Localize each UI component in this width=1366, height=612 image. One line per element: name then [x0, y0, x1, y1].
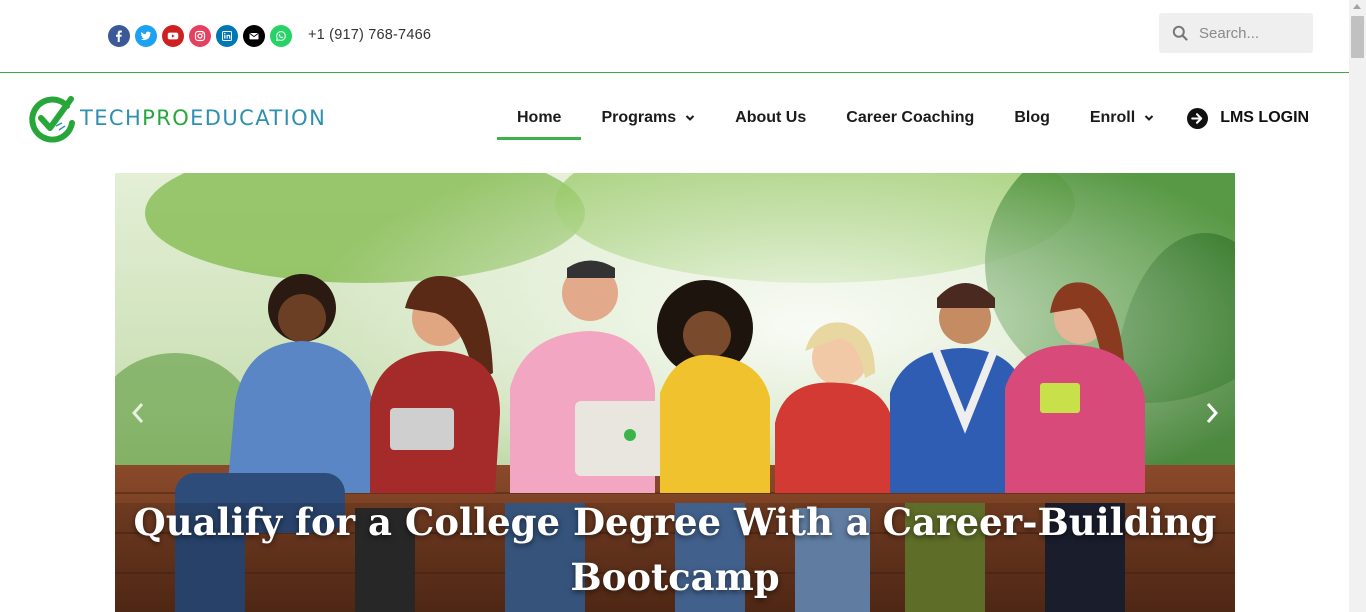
nav-home-label: Home — [517, 109, 562, 126]
page-scrollbar[interactable] — [1349, 0, 1366, 612]
nav-about-label: About Us — [735, 109, 807, 126]
lms-login-label: LMS LOGIN — [1220, 109, 1310, 126]
nav-programs-label: Programs — [601, 109, 677, 126]
top-bar: +1 (917) 768-7466 — [0, 0, 1349, 73]
main-nav: Home Programs About Us Career Coaching B… — [497, 96, 1309, 140]
scroll-up-arrow-icon[interactable] — [1353, 4, 1361, 9]
linkedin-icon[interactable] — [216, 25, 238, 47]
hero-title: Qualify for a College Degree With a Care… — [133, 500, 1217, 599]
nav-about-us[interactable]: About Us — [715, 96, 826, 140]
nav-career-coaching[interactable]: Career Coaching — [826, 96, 994, 140]
whatsapp-icon[interactable] — [270, 25, 292, 47]
phone-number[interactable]: +1 (917) 768-7466 — [308, 27, 431, 43]
nav-home[interactable]: Home — [497, 96, 582, 140]
facebook-icon[interactable] — [108, 25, 130, 47]
arrow-circle-right-icon — [1187, 107, 1209, 129]
slider-next-button[interactable] — [1200, 398, 1224, 428]
instagram-icon[interactable] — [189, 25, 211, 47]
social-links — [108, 25, 292, 47]
search-box[interactable] — [1159, 13, 1313, 53]
chevron-down-icon — [685, 115, 695, 121]
site-logo[interactable]: TECHPROEDUCATION — [29, 93, 326, 143]
logo-text-pro: PRO — [142, 106, 191, 130]
chevron-left-icon — [131, 403, 144, 423]
nav-enroll[interactable]: Enroll — [1070, 96, 1174, 140]
search-input[interactable] — [1199, 21, 1305, 45]
twitter-icon[interactable] — [135, 25, 157, 47]
logo-text: TECHPROEDUCATION — [80, 106, 326, 130]
nav-programs[interactable]: Programs — [581, 96, 715, 140]
nav-blog[interactable]: Blog — [994, 96, 1070, 140]
scrollbar-thumb[interactable] — [1351, 16, 1364, 58]
checkmark-logo-icon — [29, 96, 75, 143]
nav-blog-label: Blog — [1014, 109, 1050, 126]
chevron-down-icon — [1144, 115, 1154, 121]
envelope-icon[interactable] — [243, 25, 265, 47]
logo-text-tech: TECH — [80, 106, 143, 130]
lms-login-button[interactable]: LMS LOGIN — [1187, 107, 1310, 129]
nav-enroll-label: Enroll — [1089, 109, 1136, 126]
chevron-right-icon — [1206, 403, 1219, 423]
logo-text-education: EDUCATION — [190, 106, 327, 130]
slider-prev-button[interactable] — [126, 398, 150, 428]
search-icon[interactable] — [1172, 25, 1188, 41]
nav-career-label: Career Coaching — [846, 109, 975, 126]
youtube-icon[interactable] — [162, 25, 184, 47]
